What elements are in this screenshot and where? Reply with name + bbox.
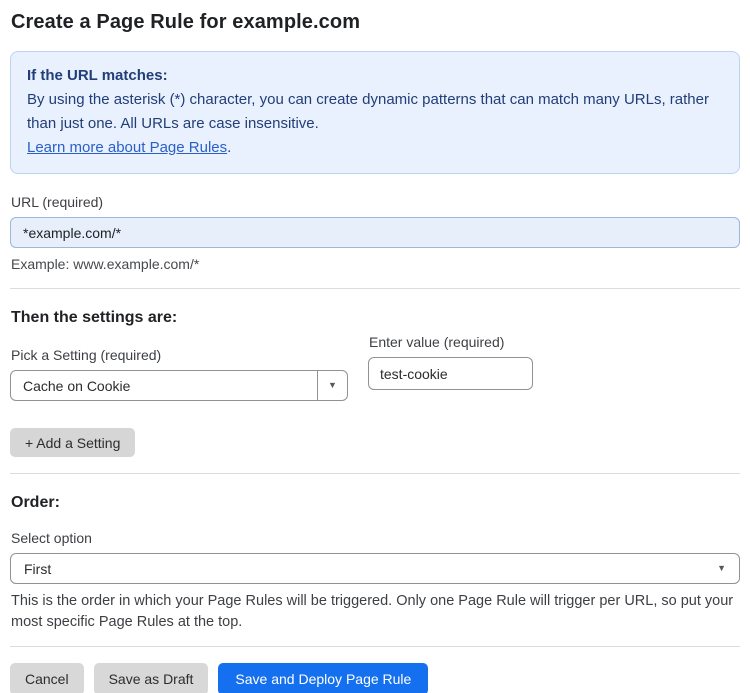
page-title: Create a Page Rule for example.com [11, 11, 361, 33]
url-example-text: Example: www.example.com/* [11, 256, 200, 272]
order-select-label: Select option [11, 530, 92, 546]
order-section-heading: Order: [11, 494, 60, 511]
add-setting-button[interactable]: + Add a Setting [10, 428, 136, 457]
divider [10, 288, 740, 289]
setting-select-value: Cache on Cookie [23, 377, 131, 394]
setting-select-label: Pick a Setting (required) [11, 347, 162, 363]
setting-select[interactable]: Cache on Cookie ▼ [10, 370, 348, 401]
form-actions: Cancel Save as Draft Save and Deploy Pag… [10, 663, 740, 693]
divider [10, 646, 740, 647]
setting-value-input[interactable] [368, 357, 533, 390]
chevron-down-icon: ▼ [717, 563, 726, 573]
info-box-body: By using the asterisk (*) character, you… [27, 91, 709, 132]
settings-section-heading: Then the settings are: [11, 309, 178, 326]
link-suffix-period: . [227, 139, 232, 156]
order-help-text: This is the order in which your Page Rul… [11, 593, 734, 630]
cancel-button[interactable]: Cancel [10, 663, 84, 693]
setting-row: Pick a Setting (required) Cache on Cooki… [10, 327, 740, 401]
info-box-heading: If the URL matches: [27, 67, 168, 84]
url-match-info-box: If the URL matches: By using the asteris… [10, 51, 740, 174]
chevron-down-icon: ▼ [328, 380, 337, 390]
url-field-label: URL (required) [11, 194, 104, 210]
order-select[interactable]: First ▼ [10, 553, 740, 584]
save-and-deploy-button[interactable]: Save and Deploy Page Rule [218, 663, 429, 693]
save-as-draft-button[interactable]: Save as Draft [93, 663, 209, 693]
setting-value-column: Enter value (required) [368, 334, 533, 390]
setting-value-label: Enter value (required) [369, 334, 505, 350]
divider [10, 473, 740, 474]
info-box-link-line: Learn more about Page Rules. [27, 136, 723, 160]
order-select-value: First [24, 560, 52, 577]
learn-more-link[interactable]: Learn more about Page Rules [27, 139, 227, 156]
create-page-rule-form: Create a Page Rule for example.com If th… [0, 0, 750, 693]
url-input[interactable] [10, 217, 740, 248]
setting-select-arrow-button[interactable]: ▼ [317, 371, 347, 400]
setting-select-column: Pick a Setting (required) Cache on Cooki… [10, 327, 348, 401]
